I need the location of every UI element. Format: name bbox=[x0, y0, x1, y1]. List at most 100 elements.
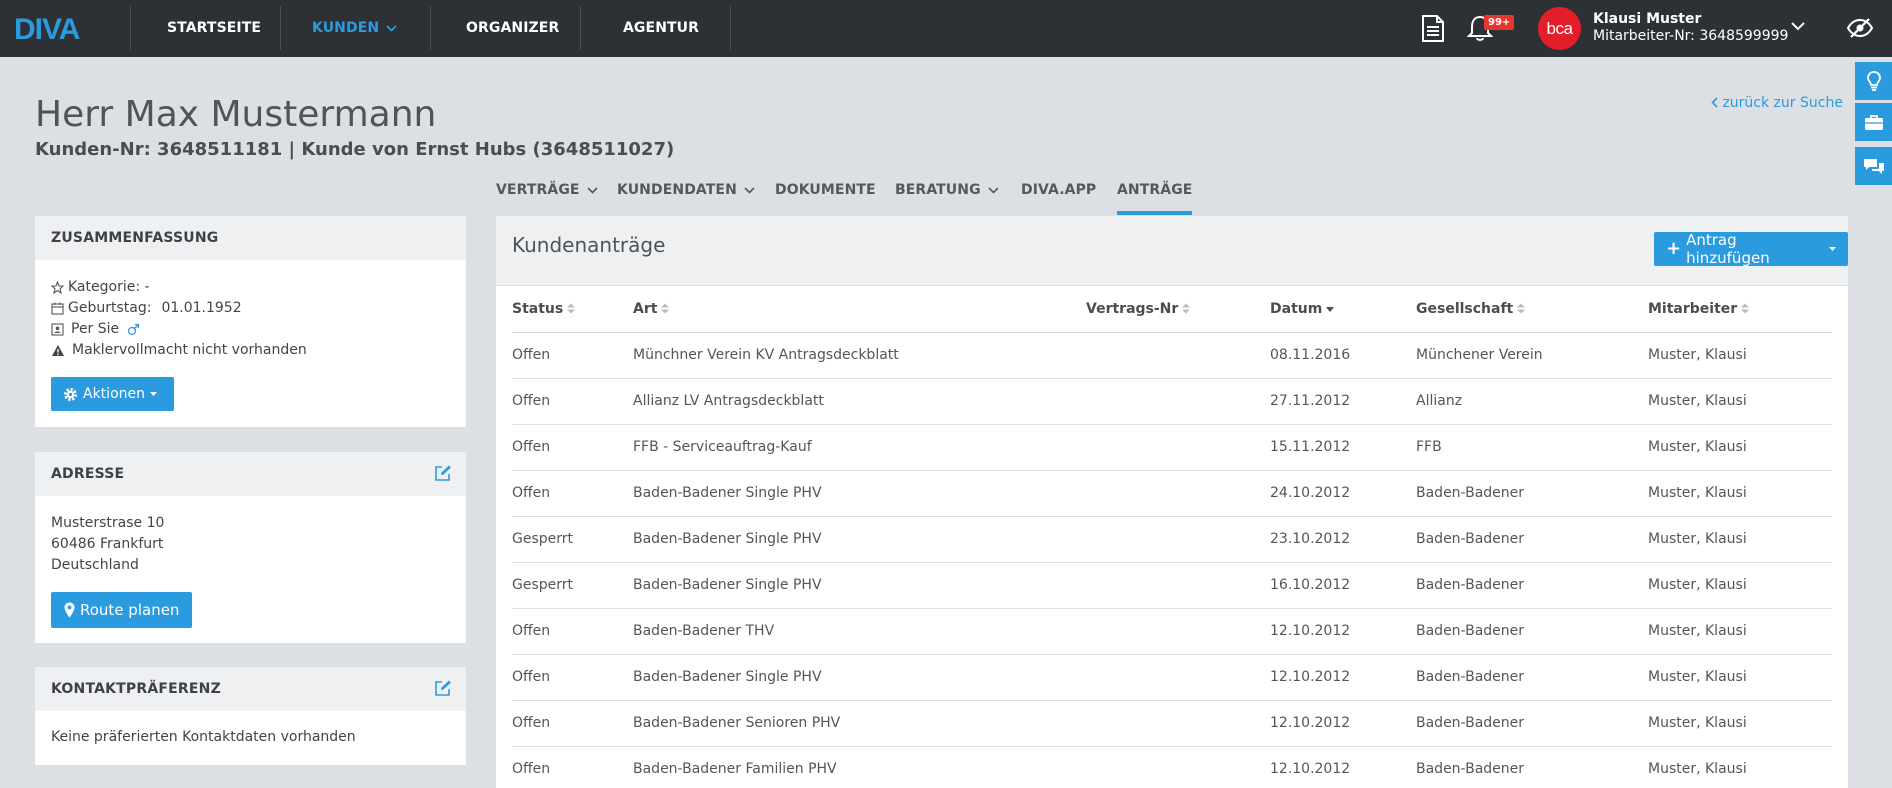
cell-datum: 27.11.2012 bbox=[1270, 378, 1416, 425]
tab-diva-app[interactable]: DIVA.APP bbox=[1021, 182, 1096, 215]
tab-kundendaten[interactable]: KUNDENDATEN bbox=[617, 182, 755, 215]
table-row[interactable]: Offen Münchner Verein KV Antragsdeckblatt… bbox=[512, 332, 1832, 379]
cell-art: Baden-Badener Single PHV bbox=[633, 654, 1086, 701]
cell-gesellschaft: Allianz bbox=[1416, 378, 1648, 425]
nav-kunden[interactable]: KUNDEN bbox=[312, 0, 397, 57]
page-title: Herr Max Mustermann bbox=[35, 94, 437, 135]
sort-icon bbox=[1182, 303, 1191, 314]
sort-icon bbox=[661, 303, 670, 314]
nav-divider bbox=[580, 6, 581, 50]
table-row[interactable]: Gesperrt Baden-Badener Single PHV 23.10.20… bbox=[512, 516, 1832, 563]
diva-logo[interactable]: DIVA bbox=[14, 14, 100, 43]
category-text: Kategorie: - bbox=[68, 279, 150, 295]
chevron-down-icon bbox=[744, 186, 755, 194]
cell-mitarbeiter: Muster, Klausi bbox=[1648, 424, 1832, 471]
cell-mitarbeiter: Muster, Klausi bbox=[1648, 746, 1832, 788]
sort-icon bbox=[567, 303, 576, 314]
edit-icon[interactable] bbox=[434, 465, 452, 482]
lightbulb-button[interactable] bbox=[1855, 62, 1892, 100]
cell-vertrags-nr bbox=[1086, 654, 1270, 701]
cell-vertrags-nr bbox=[1086, 700, 1270, 747]
nav-divider bbox=[130, 6, 131, 50]
table-row[interactable]: Offen Baden-Badener Familien PHV 12.10.201… bbox=[512, 746, 1832, 788]
table-row[interactable]: Offen Baden-Badener Senioren PHV 12.10.201… bbox=[512, 700, 1832, 747]
cell-datum: 23.10.2012 bbox=[1270, 516, 1416, 563]
tab-label: ANTRÄGE bbox=[1117, 182, 1193, 198]
eye-slash-icon[interactable] bbox=[1846, 17, 1874, 39]
male-icon bbox=[128, 323, 140, 335]
briefcase-icon bbox=[1864, 114, 1883, 130]
actions-button[interactable]: Aktionen bbox=[51, 377, 174, 411]
tab-dokumente[interactable]: DOKUMENTE bbox=[775, 182, 876, 215]
column-header-label: Art bbox=[633, 300, 658, 317]
tab-antraege[interactable]: ANTRÄGE bbox=[1117, 182, 1193, 215]
caret-down-icon bbox=[150, 392, 157, 396]
top-navigation-bar: DIVA STARTSEITE KUNDEN ORGANIZER AGENTUR… bbox=[0, 0, 1892, 57]
table-row[interactable]: Gesperrt Baden-Badener Single PHV 16.10.20… bbox=[512, 562, 1832, 609]
cell-vertrags-nr bbox=[1086, 746, 1270, 788]
nav-label: AGENTUR bbox=[623, 20, 700, 36]
customer-subtitle: Kunden-Nr: 3648511181 | Kunde von Ernst … bbox=[35, 139, 675, 160]
column-header-label: Status bbox=[512, 300, 564, 317]
cell-datum: 12.10.2012 bbox=[1270, 746, 1416, 788]
table-row[interactable]: Offen Baden-Badener Single PHV 24.10.2012 B… bbox=[512, 470, 1832, 517]
chat-button[interactable] bbox=[1855, 147, 1892, 185]
column-header-label: Gesellschaft bbox=[1416, 300, 1514, 317]
user-name[interactable]: Klausi Muster bbox=[1593, 11, 1701, 27]
actions-label: Aktionen bbox=[83, 386, 145, 402]
cell-gesellschaft: Baden-Badener bbox=[1416, 700, 1648, 747]
cell-vertrags-nr bbox=[1086, 378, 1270, 425]
table-row[interactable]: Offen Baden-Badener THV 12.10.2012 Baden-Ba… bbox=[512, 608, 1832, 655]
chat-icon bbox=[1863, 159, 1884, 174]
table-row[interactable]: Offen Allianz LV Antragsdeckblatt 27.11.20… bbox=[512, 378, 1832, 425]
back-to-search-link[interactable]: zurück zur Suche bbox=[1711, 95, 1843, 111]
table-row[interactable]: Offen FFB - Serviceauftrag-Kauf 15.11.2012… bbox=[512, 424, 1832, 471]
broker-authority-line: Maklervollmacht nicht vorhanden bbox=[51, 342, 307, 358]
tab-beratung[interactable]: BERATUNG bbox=[895, 182, 999, 215]
add-application-button[interactable]: + Antrag hinzufügen bbox=[1654, 231, 1848, 267]
star-icon bbox=[51, 280, 64, 294]
chevron-down-icon bbox=[386, 24, 397, 32]
cell-vertrags-nr bbox=[1086, 470, 1270, 517]
tab-vertraege[interactable]: VERTRÄGE bbox=[496, 182, 598, 215]
column-header-gesellschaft[interactable]: Gesellschaft bbox=[1416, 286, 1648, 333]
column-header-status[interactable]: Status bbox=[512, 286, 633, 333]
cell-status: Offen bbox=[512, 608, 633, 655]
tab-label: DIVA.APP bbox=[1021, 182, 1097, 198]
route-plan-button[interactable]: Route planen bbox=[51, 592, 193, 628]
applications-card: Kundenanträge + Antrag hinzufügen Status… bbox=[496, 216, 1848, 788]
column-header-label: Mitarbeiter bbox=[1648, 300, 1738, 317]
contact-preference-panel: KONTAKTPRÄFERENZ Keine präferierten Kont… bbox=[35, 667, 466, 765]
column-header-art[interactable]: Art bbox=[633, 286, 1086, 333]
chevron-down-icon bbox=[587, 186, 598, 194]
cell-status: Offen bbox=[512, 332, 633, 379]
cell-art: Allianz LV Antragsdeckblatt bbox=[633, 378, 1086, 425]
chevron-down-icon[interactable] bbox=[1791, 22, 1805, 31]
cell-status: Offen bbox=[512, 654, 633, 701]
cell-art: Baden-Badener Familien PHV bbox=[633, 746, 1086, 788]
cell-art: Baden-Badener Single PHV bbox=[633, 470, 1086, 517]
cell-mitarbeiter: Muster, Klausi bbox=[1648, 332, 1832, 379]
nav-startseite[interactable]: STARTSEITE bbox=[167, 0, 261, 57]
column-header-vertrags-nr[interactable]: Vertrags-Nr bbox=[1086, 286, 1270, 333]
address-header: ADRESSE bbox=[35, 452, 466, 496]
address-heading: ADRESSE bbox=[51, 466, 125, 482]
cell-art: Baden-Badener Single PHV bbox=[633, 562, 1086, 609]
cell-mitarbeiter: Muster, Klausi bbox=[1648, 470, 1832, 517]
document-icon[interactable] bbox=[1421, 15, 1445, 42]
avatar[interactable]: bca bbox=[1538, 7, 1581, 50]
briefcase-button[interactable] bbox=[1855, 103, 1892, 141]
nav-agentur[interactable]: AGENTUR bbox=[623, 0, 699, 57]
table-row[interactable]: Offen Baden-Badener Single PHV 12.10.2012 B… bbox=[512, 654, 1832, 701]
edit-icon[interactable] bbox=[434, 680, 452, 697]
column-header-mitarbeiter[interactable]: Mitarbeiter bbox=[1648, 286, 1832, 333]
summary-heading: ZUSAMMENFASSUNG bbox=[35, 216, 466, 260]
cell-gesellschaft: Baden-Badener bbox=[1416, 608, 1648, 655]
column-header-datum[interactable]: Datum bbox=[1270, 286, 1416, 333]
table-header-row: Status Art Vertrags-Nr Datum Gesellschaft Mit… bbox=[512, 286, 1832, 333]
chevron-down-icon bbox=[988, 186, 999, 194]
birthday-value: 01.01.1952 bbox=[161, 300, 242, 316]
lightbulb-icon bbox=[1866, 71, 1881, 91]
nav-divider bbox=[430, 6, 431, 50]
nav-organizer[interactable]: ORGANIZER bbox=[466, 0, 559, 57]
